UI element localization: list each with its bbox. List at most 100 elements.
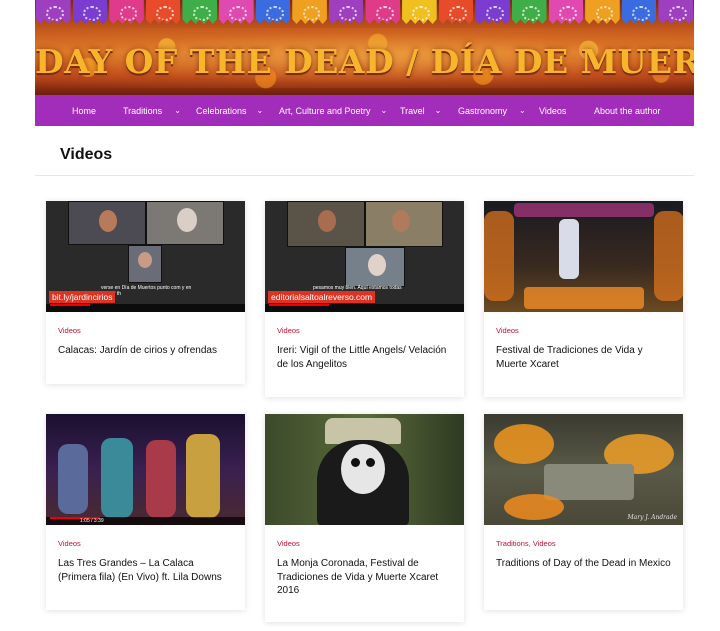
video-thumbnail[interactable] bbox=[265, 414, 464, 525]
papel-picado-flags bbox=[35, 0, 694, 26]
performer bbox=[186, 434, 220, 518]
video-card: Mary J. Andrade Traditions, Videos Tradi… bbox=[484, 414, 683, 610]
marigold-arch-right bbox=[654, 211, 683, 301]
video-thumbnail[interactable] bbox=[484, 201, 683, 312]
nav-item-gastronomy[interactable]: Gastronomy ⌄ bbox=[458, 95, 526, 126]
person-face bbox=[392, 210, 410, 232]
post-categories: Videos bbox=[277, 539, 452, 548]
nav-label: Art, Culture and Poetry bbox=[279, 105, 371, 116]
video-progress[interactable] bbox=[50, 304, 90, 306]
video-card: Videos Festival de Tradiciones de Vida y… bbox=[484, 201, 683, 397]
papel-picado-flag bbox=[365, 0, 401, 24]
video-thumbnail[interactable]: Mary J. Andrade bbox=[484, 414, 683, 525]
marigold-floor bbox=[524, 287, 644, 309]
papel-picado-flag bbox=[182, 0, 218, 24]
video-tile bbox=[68, 201, 146, 245]
category-link[interactable]: Videos bbox=[533, 539, 556, 548]
papel-picado-flag bbox=[145, 0, 181, 24]
papel-picado-flag bbox=[219, 0, 254, 24]
papel-picado-flag bbox=[328, 0, 364, 24]
papel-picado-flag bbox=[402, 0, 437, 24]
video-card: pesamos muy bien. Aquí estamos todas edi… bbox=[265, 201, 464, 397]
papel-picado-flag bbox=[255, 0, 291, 24]
post-title[interactable]: La Monja Coronada, Festival de Tradicion… bbox=[277, 557, 452, 598]
post-categories: Videos bbox=[58, 539, 233, 548]
papel-picado-flag bbox=[292, 0, 327, 24]
post-title[interactable]: Ireri: Vigil of the Little Angels/ Velac… bbox=[277, 344, 452, 371]
chevron-down-icon: ⌄ bbox=[174, 106, 181, 115]
papel-picado-flag bbox=[72, 0, 108, 24]
video-tile bbox=[146, 201, 224, 245]
category-link[interactable]: Traditions bbox=[496, 539, 529, 548]
video-card: verse en Día de Muertos punto com y en D… bbox=[46, 201, 245, 384]
performer bbox=[101, 438, 133, 518]
person-face bbox=[368, 254, 386, 276]
papel-picado-flag bbox=[621, 0, 657, 24]
thumbnail-url-badge: bit.ly/jardincirios bbox=[49, 291, 116, 303]
video-thumbnail[interactable]: 1:05 / 3:39 bbox=[46, 414, 245, 525]
nav-item-about-author[interactable]: About the author bbox=[594, 95, 661, 126]
video-tile bbox=[345, 247, 405, 287]
post-categories: Traditions, Videos bbox=[496, 539, 671, 548]
video-thumbnail[interactable]: pesamos muy bien. Aquí estamos todas edi… bbox=[265, 201, 464, 312]
nav-item-art-culture-poetry[interactable]: Art, Culture and Poetry ⌄ bbox=[279, 95, 387, 126]
person-figure bbox=[559, 219, 579, 279]
video-time: 1:05 / 3:39 bbox=[80, 518, 104, 524]
nav-item-traditions[interactable]: Traditions ⌄ bbox=[123, 95, 181, 126]
person-face bbox=[99, 210, 117, 232]
nav-item-home[interactable]: Home bbox=[72, 95, 96, 126]
tombstone bbox=[544, 464, 634, 500]
nav-item-videos[interactable]: Videos bbox=[539, 95, 566, 126]
person-face bbox=[318, 210, 336, 232]
nav-item-travel[interactable]: Travel ⌄ bbox=[400, 95, 441, 126]
post-title[interactable]: Calacas: Jardín de cirios y ofrendas bbox=[58, 344, 233, 358]
nav-item-celebrations[interactable]: Celebrations ⌄ bbox=[196, 95, 263, 126]
papel-picado-flag bbox=[548, 0, 584, 24]
post-categories: Videos bbox=[58, 326, 233, 335]
video-thumbnail[interactable]: verse en Día de Muertos punto com y en D… bbox=[46, 201, 245, 312]
photo-watermark: Mary J. Andrade bbox=[627, 514, 677, 521]
papel-picado-flag bbox=[585, 0, 620, 24]
category-link[interactable]: Videos bbox=[277, 539, 300, 548]
site-header-banner[interactable]: DAY OF THE DEAD / DÍA DE MUERTOS bbox=[35, 0, 694, 95]
post-title[interactable]: Festival de Tradiciones de Vida y Muerte… bbox=[496, 344, 671, 371]
main-navigation: Home Traditions ⌄ Celebrations ⌄ Art, Cult… bbox=[35, 95, 694, 126]
person-face bbox=[138, 252, 152, 268]
chevron-down-icon: ⌄ bbox=[256, 106, 264, 115]
papel-picado-flag bbox=[438, 0, 474, 24]
marigold-arch-left bbox=[484, 211, 514, 301]
nav-label: Travel bbox=[400, 105, 425, 116]
nav-label: Traditions bbox=[123, 105, 163, 116]
marigold-cluster bbox=[504, 494, 564, 520]
nav-label: Celebrations bbox=[196, 105, 247, 116]
nav-label: Gastronomy bbox=[458, 105, 508, 116]
papel-picado bbox=[514, 203, 654, 217]
category-link[interactable]: Videos bbox=[277, 326, 300, 335]
category-link[interactable]: Videos bbox=[58, 326, 81, 335]
divider bbox=[35, 175, 694, 176]
post-categories: Videos bbox=[277, 326, 452, 335]
category-link[interactable]: Videos bbox=[496, 326, 519, 335]
papel-picado-flag bbox=[658, 0, 693, 24]
papel-picado-flag bbox=[109, 0, 144, 24]
nav-label: About the author bbox=[594, 105, 661, 116]
post-title[interactable]: Traditions of Day of the Dead in Mexico bbox=[496, 557, 671, 571]
nav-label: Videos bbox=[539, 105, 567, 116]
thumbnail-url-badge: editorialsaltoalreverso.com bbox=[268, 291, 376, 303]
video-tile bbox=[287, 201, 365, 247]
post-title[interactable]: Las Tres Grandes – La Calaca (Primera fi… bbox=[58, 557, 233, 584]
chevron-down-icon: ⌄ bbox=[519, 106, 526, 115]
papel-picado-flag bbox=[511, 0, 547, 24]
performer bbox=[146, 440, 176, 518]
marigold-cluster bbox=[494, 424, 554, 464]
papel-picado-flag bbox=[36, 0, 71, 24]
papel-picado-flag bbox=[475, 0, 510, 24]
category-link[interactable]: Videos bbox=[58, 539, 81, 548]
post-categories: Videos bbox=[496, 326, 671, 335]
skull-face bbox=[341, 444, 385, 494]
page-title: Videos bbox=[60, 146, 113, 163]
site-title[interactable]: DAY OF THE DEAD / DÍA DE MUERTOS bbox=[35, 42, 694, 81]
chevron-down-icon: ⌄ bbox=[434, 106, 442, 115]
video-progress[interactable] bbox=[269, 304, 329, 306]
video-tile bbox=[128, 245, 162, 283]
